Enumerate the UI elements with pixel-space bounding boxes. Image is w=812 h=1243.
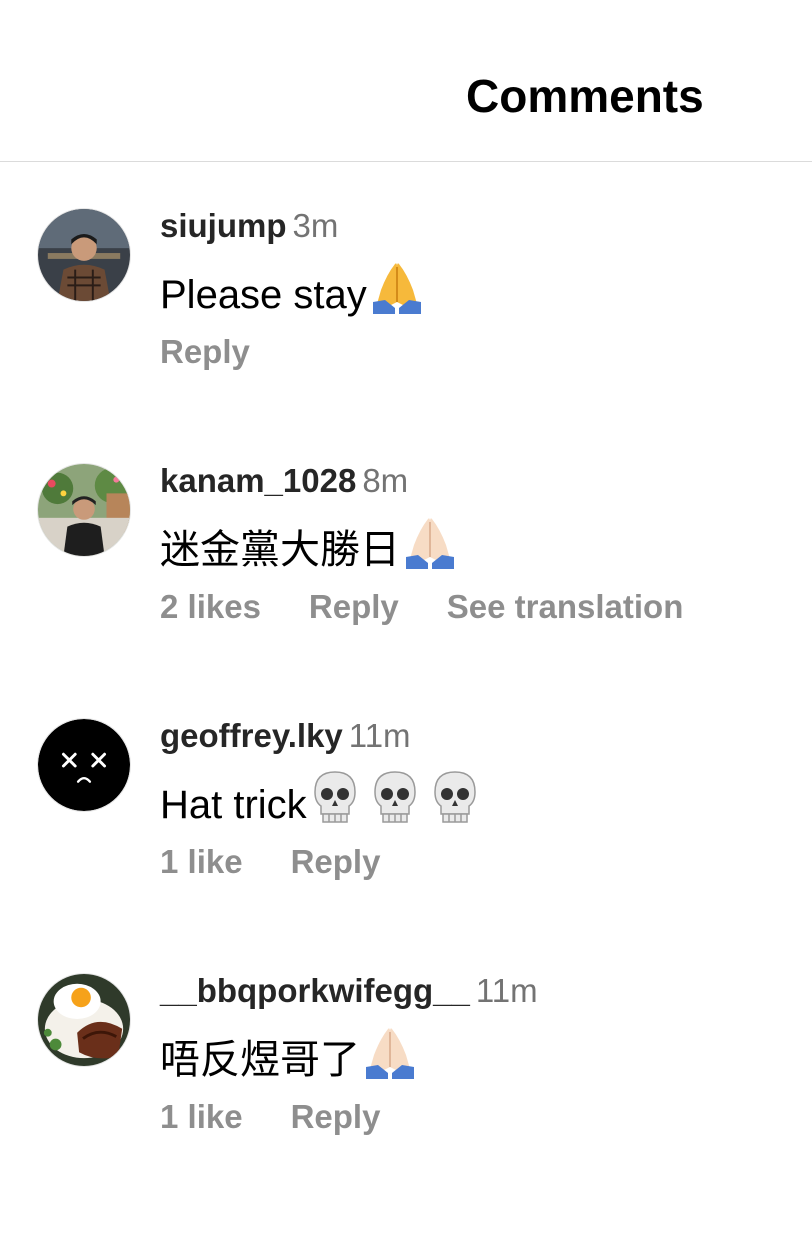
comment-actions: 2 likes Reply See translation [160, 587, 731, 627]
reply-button[interactable]: Reply [291, 1098, 381, 1135]
comment-item: kanam_1028 8m 迷金黨大勝日 2 likes Reply See tran… [0, 462, 812, 663]
comment-item: geoffrey.lky 11m Hat trick 1 like Reply [0, 717, 812, 918]
see-translation-button[interactable]: See translation [447, 588, 684, 625]
timestamp: 11m [348, 717, 411, 754]
avatar[interactable] [37, 973, 131, 1067]
skull-icon [309, 768, 361, 824]
timestamp: 3m [292, 207, 339, 244]
comment-body: 迷金黨大勝日 [160, 528, 400, 572]
comment-body: 唔反煜哥了 [160, 1038, 360, 1082]
skull-icon [429, 768, 481, 824]
avatar[interactable] [37, 463, 131, 557]
avatar[interactable] [37, 718, 131, 812]
comment-item: siujump 3m Please stay Reply [0, 207, 812, 408]
avatar[interactable] [37, 208, 131, 302]
comment-text: 唔反煜哥了 [160, 1023, 418, 1086]
skull-icon [369, 768, 421, 824]
likes-count[interactable]: 2 likes [160, 588, 261, 625]
comment-body: Please stay [160, 273, 367, 317]
comment-text: Please stay [160, 258, 425, 321]
comment-text: Hat trick [160, 768, 481, 831]
timestamp: 8m [362, 462, 409, 499]
comment-actions: 1 like Reply [160, 1097, 428, 1137]
reply-button[interactable]: Reply [291, 843, 381, 880]
folded-hands-icon [362, 1023, 418, 1079]
page-title: Comments [466, 70, 704, 122]
comment-actions: 1 like Reply [160, 842, 428, 882]
comment-text: 迷金黨大勝日 [160, 513, 458, 576]
reply-button[interactable]: Reply [160, 333, 250, 370]
likes-count[interactable]: 1 like [160, 1098, 243, 1135]
comment-body: Hat trick [160, 783, 307, 827]
comments-header: Comments [0, 0, 812, 162]
folded-hands-icon [402, 513, 458, 569]
username[interactable]: siujump [160, 207, 287, 244]
comment-actions: Reply [160, 332, 298, 372]
likes-count[interactable]: 1 like [160, 843, 243, 880]
folded-hands-icon [369, 258, 425, 314]
username[interactable]: kanam_1028 [160, 462, 356, 499]
username[interactable]: __bbqporkwifegg__ [160, 972, 470, 1009]
comment-item: __bbqporkwifegg__ 11m 唔反煜哥了 1 like Reply [0, 972, 812, 1173]
timestamp: 11m [475, 972, 538, 1009]
reply-button[interactable]: Reply [309, 588, 399, 625]
username[interactable]: geoffrey.lky [160, 717, 343, 754]
